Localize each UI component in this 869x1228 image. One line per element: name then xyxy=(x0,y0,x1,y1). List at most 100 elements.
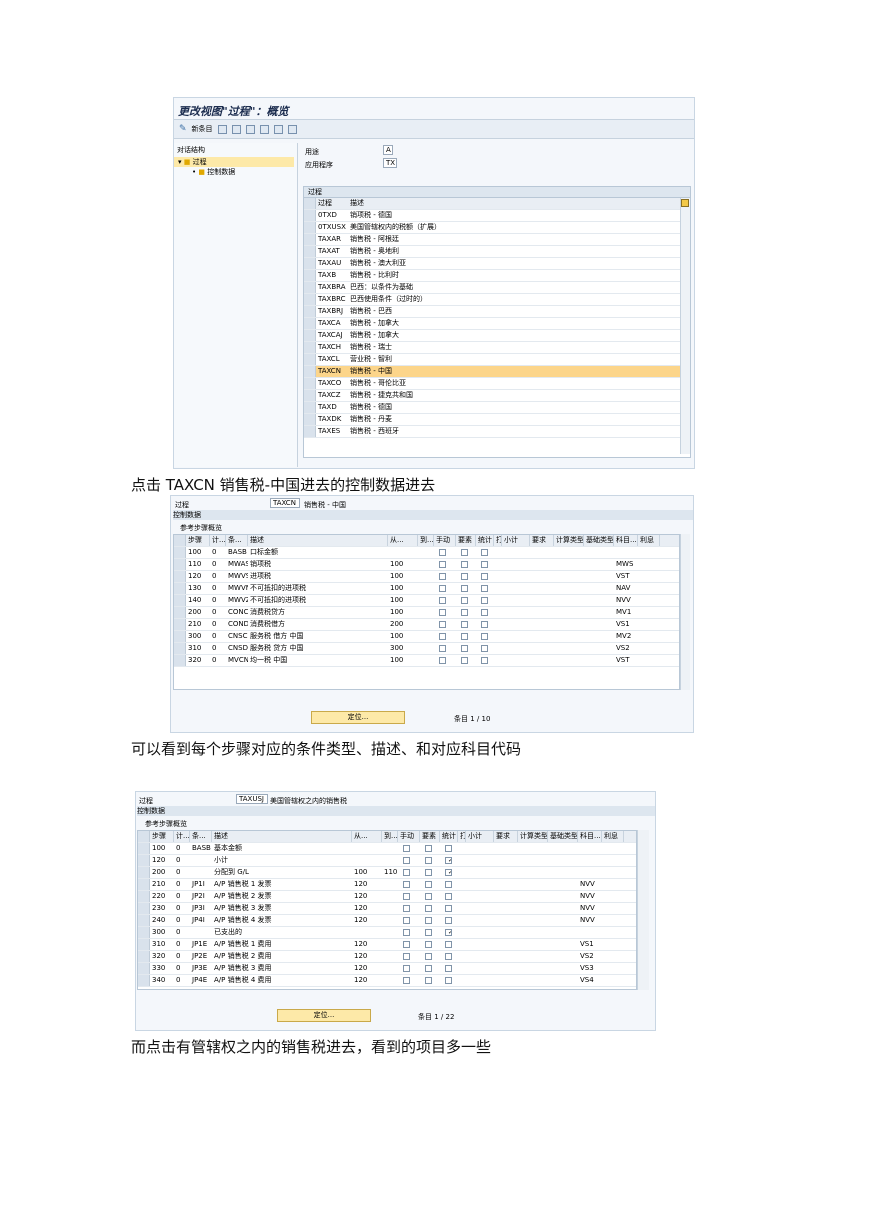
checkbox[interactable] xyxy=(461,608,468,616)
column-header[interactable]: 计算类型 xyxy=(518,831,548,842)
empty-cell[interactable] xyxy=(548,843,578,854)
vertical-scrollbar[interactable] xyxy=(637,830,649,990)
position-button[interactable]: 定位... xyxy=(277,1009,371,1022)
empty-cell[interactable] xyxy=(466,855,494,866)
accrual-cell[interactable] xyxy=(638,607,660,618)
empty-cell[interactable] xyxy=(530,571,554,582)
empty-cell[interactable] xyxy=(494,631,502,642)
step-cell[interactable]: 320 xyxy=(186,655,210,666)
table-row[interactable]: 240 0 JP4I A/P 销售税 4 发票 120 NVV xyxy=(138,915,636,927)
checkbox-cell[interactable] xyxy=(398,843,420,854)
export-icon[interactable] xyxy=(287,124,297,134)
from-cell[interactable]: 200 xyxy=(388,619,418,630)
checkbox-cell[interactable] xyxy=(434,547,456,558)
row-selector[interactable] xyxy=(304,306,316,317)
to-cell[interactable] xyxy=(418,631,434,642)
row-selector[interactable] xyxy=(138,963,150,974)
checkbox-cell[interactable] xyxy=(476,571,494,582)
condition-type-cell[interactable]: JP4E xyxy=(190,975,212,986)
empty-cell[interactable] xyxy=(458,891,466,902)
checkbox-cell[interactable] xyxy=(420,855,440,866)
table-row[interactable]: 2000 分配到 G/L100110 ✓ xyxy=(138,867,636,879)
empty-cell[interactable] xyxy=(518,903,548,914)
checkbox-cell[interactable] xyxy=(420,975,440,986)
checkbox[interactable] xyxy=(425,880,432,888)
counter-cell[interactable]: 0 xyxy=(174,903,190,914)
counter-cell[interactable]: 0 xyxy=(210,583,226,594)
step-cell[interactable]: 140 xyxy=(186,595,210,606)
row-selector[interactable] xyxy=(138,867,150,878)
checkbox-cell[interactable] xyxy=(434,619,456,630)
table-row[interactable]: TAXDK 销售税 - 丹麦 xyxy=(304,414,690,426)
checkbox[interactable] xyxy=(481,644,488,652)
to-cell[interactable] xyxy=(382,951,398,962)
counter-cell[interactable]: 0 xyxy=(174,855,190,866)
checkbox[interactable] xyxy=(461,596,468,604)
accrual-cell[interactable] xyxy=(602,891,624,902)
step-cell[interactable]: 230 xyxy=(150,903,174,914)
to-cell[interactable] xyxy=(418,571,434,582)
empty-cell[interactable] xyxy=(530,595,554,606)
checkbox[interactable] xyxy=(481,548,488,556)
condition-type-cell[interactable]: JP2I xyxy=(190,891,212,902)
row-selector[interactable] xyxy=(138,891,150,902)
checkbox-cell[interactable] xyxy=(476,595,494,606)
table-row[interactable]: 1300MWVN不可抵扣的进项税100 NAV xyxy=(174,583,679,595)
table-row[interactable]: 320 0 JP2E A/P 销售税 2 费用 120 VS2 xyxy=(138,951,636,963)
checkbox[interactable] xyxy=(439,644,446,652)
checkbox-cell[interactable] xyxy=(476,655,494,666)
empty-cell[interactable] xyxy=(502,571,530,582)
checkbox[interactable] xyxy=(439,584,446,592)
empty-cell[interactable] xyxy=(458,903,466,914)
to-cell[interactable] xyxy=(418,559,434,570)
row-selector[interactable] xyxy=(304,210,316,221)
checkbox[interactable] xyxy=(445,880,452,888)
column-header[interactable]: 计... xyxy=(174,831,190,842)
table-row[interactable]: 310 0 CNSD 服务税 贷方 中国 300 VS2 xyxy=(174,643,679,655)
from-cell[interactable]: 120 xyxy=(352,975,382,986)
checkbox-cell[interactable] xyxy=(440,951,458,962)
to-cell[interactable] xyxy=(418,619,434,630)
checkbox-cell[interactable] xyxy=(440,939,458,950)
column-header[interactable]: 基础类型 xyxy=(548,831,578,842)
to-cell[interactable] xyxy=(418,547,434,558)
step-cell[interactable]: 310 xyxy=(150,939,174,950)
table-row[interactable]: TAXCL 营业税 - 智利 xyxy=(304,354,690,366)
from-cell[interactable]: 120 xyxy=(352,951,382,962)
checkbox[interactable] xyxy=(445,844,452,852)
checkbox-cell[interactable] xyxy=(476,583,494,594)
description-cell[interactable]: 口标金额 xyxy=(248,547,388,558)
checkbox-cell[interactable] xyxy=(398,927,420,938)
counter-cell[interactable]: 0 xyxy=(174,963,190,974)
empty-cell[interactable] xyxy=(458,867,466,878)
empty-cell[interactable] xyxy=(518,927,548,938)
empty-cell[interactable] xyxy=(548,855,578,866)
checkbox-cell[interactable] xyxy=(398,855,420,866)
account-key-cell[interactable]: VS2 xyxy=(578,951,602,962)
empty-cell[interactable] xyxy=(458,963,466,974)
accrual-cell[interactable] xyxy=(602,879,624,890)
checkbox-cell[interactable] xyxy=(420,951,440,962)
condition-type-cell[interactable]: MVCN xyxy=(226,655,248,666)
empty-cell[interactable] xyxy=(494,571,502,582)
checkbox[interactable] xyxy=(425,940,432,948)
column-header[interactable]: 要求 xyxy=(494,831,518,842)
select-all-cell[interactable] xyxy=(304,198,316,209)
checkbox-cell[interactable] xyxy=(440,891,458,902)
checkbox-cell[interactable] xyxy=(434,583,456,594)
description-cell[interactable]: A/P 销售税 4 发票 xyxy=(212,915,352,926)
condition-type-cell[interactable]: JP3I xyxy=(190,903,212,914)
checkbox-cell[interactable] xyxy=(420,843,440,854)
checkbox[interactable] xyxy=(439,620,446,628)
empty-cell[interactable] xyxy=(494,547,502,558)
empty-cell[interactable] xyxy=(494,891,518,902)
checkbox-cell[interactable] xyxy=(434,655,456,666)
column-header[interactable]: 手动 xyxy=(434,535,456,546)
checkbox[interactable] xyxy=(425,976,432,984)
column-header[interactable]: 描述 xyxy=(248,535,388,546)
table-row[interactable]: 320 0 MVCN 均一税 中国 100 VST xyxy=(174,655,679,667)
to-cell[interactable] xyxy=(382,939,398,950)
row-selector[interactable] xyxy=(304,414,316,425)
accrual-cell[interactable] xyxy=(602,951,624,962)
table-row[interactable]: 210 0 COND 消费税借方 200 VS1 xyxy=(174,619,679,631)
